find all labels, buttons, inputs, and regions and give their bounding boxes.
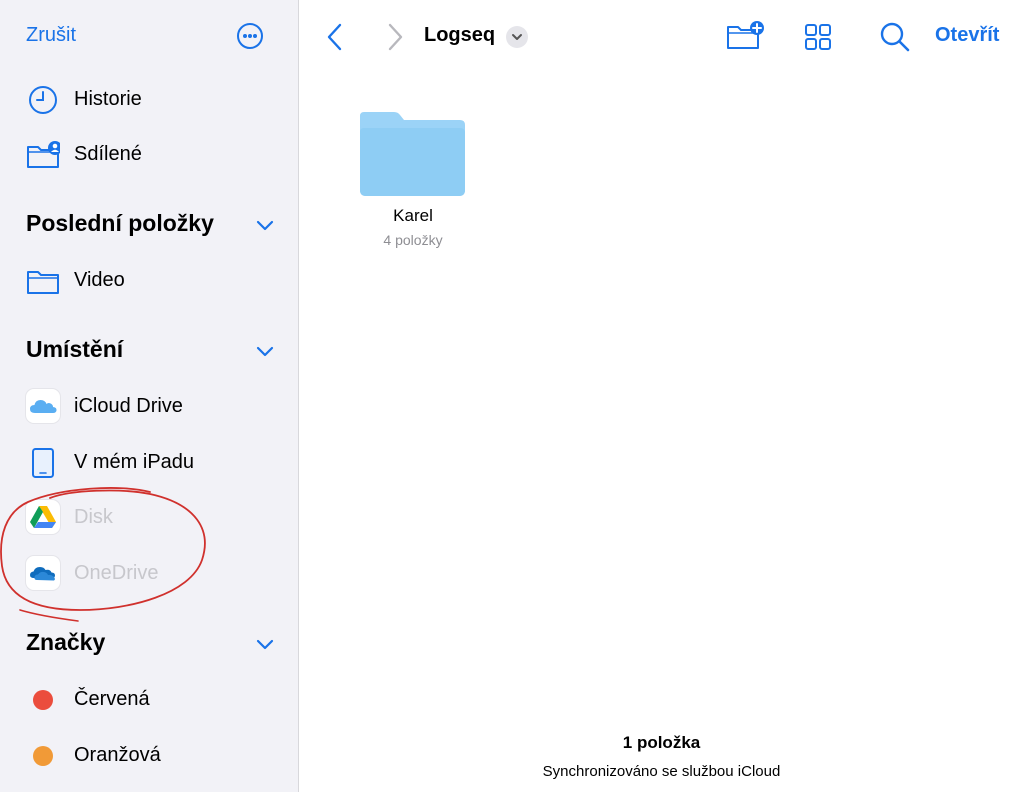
google-drive-icon (26, 500, 60, 534)
search-icon[interactable] (879, 20, 911, 54)
section-header-tags[interactable]: Značky (26, 625, 276, 661)
chevron-down-icon[interactable] (254, 214, 276, 236)
folder-name: Karel (393, 206, 433, 225)
forward-chevron-icon[interactable] (383, 20, 407, 54)
sidebar-item-label: Disk (74, 506, 113, 528)
more-options-icon[interactable] (237, 23, 263, 49)
cancel-button[interactable]: Zrušit (26, 24, 76, 47)
item-count-status: 1 položka (622, 733, 701, 752)
sidebar-item-label: Video (74, 269, 125, 291)
sidebar-item-label: iCloud Drive (74, 395, 183, 417)
tag-color-dot-icon (33, 746, 53, 766)
new-folder-icon[interactable] (725, 18, 765, 52)
sidebar-item-tag-red[interactable]: Červená (26, 680, 286, 720)
sidebar-item-historie[interactable]: Historie (26, 80, 286, 120)
grid-view-icon[interactable] (803, 20, 833, 54)
sidebar-item-label: Sdílené (74, 143, 142, 165)
breadcrumb-title[interactable]: Logseq (424, 24, 495, 47)
open-button[interactable]: Otevřít (935, 24, 999, 47)
sidebar-item-icloud-drive[interactable]: iCloud Drive (26, 387, 286, 427)
section-title: Poslední položky (26, 210, 214, 236)
icloud-icon (26, 389, 60, 423)
shared-folder-icon (27, 141, 60, 168)
breadcrumb-menu-button[interactable] (506, 26, 528, 48)
sidebar-item-label: V mém iPadu (74, 451, 195, 473)
chevron-down-icon (512, 34, 522, 40)
back-chevron-icon[interactable] (323, 20, 347, 54)
ipad-icon (32, 448, 54, 478)
sync-status: Synchronizováno se službou iCloud (542, 763, 781, 780)
chevron-down-icon[interactable] (254, 633, 276, 655)
section-title: Značky (26, 629, 106, 655)
sidebar-item-onedrive[interactable]: OneDrive (26, 554, 286, 594)
section-header-locations[interactable]: Umístění (26, 332, 276, 368)
sidebar-item-label: Historie (74, 88, 142, 110)
folder-icon (27, 271, 59, 294)
onedrive-icon (26, 556, 60, 590)
main-content: Logseq Otevřít Karel 4 položky 1 položka… (299, 0, 1024, 792)
sidebar-item-on-my-ipad[interactable]: V mém iPadu (26, 443, 286, 483)
folder-item-count: 4 položky (383, 232, 443, 248)
sidebar-item-sdilene[interactable]: Sdílené (26, 135, 286, 175)
clock-icon (29, 86, 57, 114)
tag-color-dot-icon (33, 690, 53, 710)
sidebar-item-video[interactable]: Video (26, 261, 286, 301)
section-title: Umístění (26, 336, 124, 362)
sidebar-item-label: Červená (74, 688, 150, 710)
sidebar-item-tag-orange[interactable]: Oranžová (26, 736, 286, 776)
sidebar: Zrušit Historie Sdílené Poslední položky (0, 0, 299, 792)
sidebar-item-google-drive[interactable]: Disk (26, 498, 286, 538)
folder-item-karel[interactable]: Karel 4 položky (358, 108, 468, 258)
sidebar-item-label: Oranžová (74, 744, 161, 766)
chevron-down-icon[interactable] (254, 340, 276, 362)
sidebar-item-label: OneDrive (74, 562, 159, 584)
section-header-recents[interactable]: Poslední položky (26, 206, 276, 242)
folder-icon (360, 112, 465, 196)
